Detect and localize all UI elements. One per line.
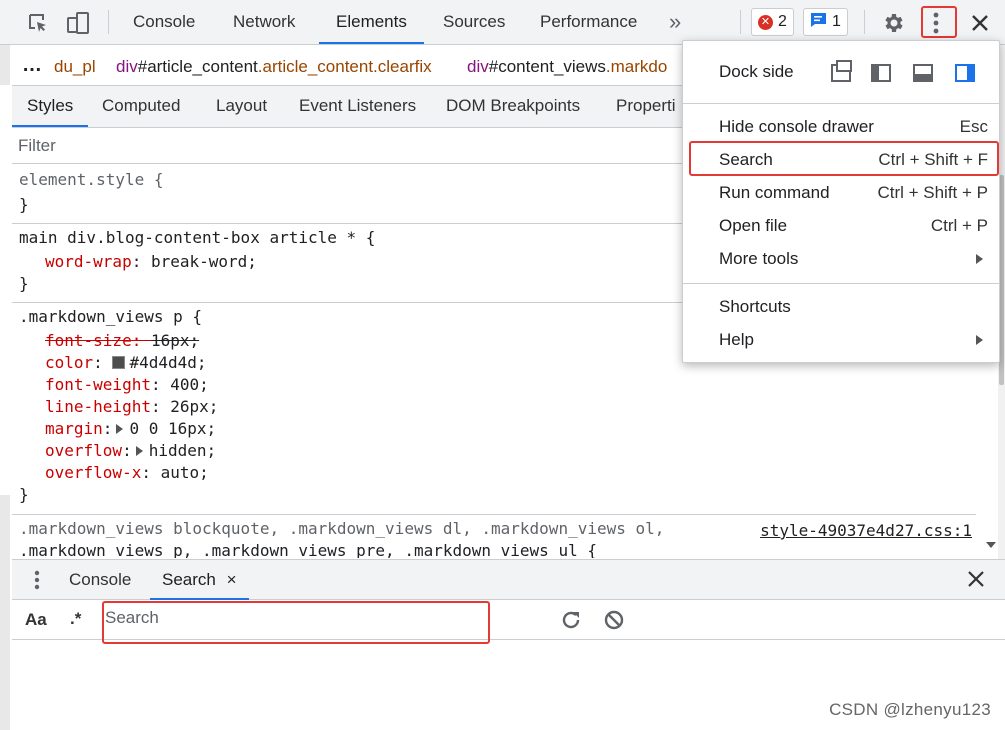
rule-close: }	[19, 485, 29, 504]
menu-item-shortcuts[interactable]: Shortcuts	[683, 291, 999, 323]
dock-right-icon[interactable]	[955, 64, 975, 82]
devtools-toolbar: Console Network Elements Sources Perform…	[0, 0, 1005, 45]
rule-close: }	[19, 274, 29, 293]
tab-dom-breakpoints[interactable]: DOM Breakpoints	[446, 86, 580, 127]
expand-triangle-icon[interactable]	[116, 424, 124, 434]
tab-elements[interactable]: Elements	[319, 0, 424, 44]
menu-item-run-command[interactable]: Run command Ctrl + Shift + P	[683, 177, 999, 209]
dock-bottom-icon[interactable]	[913, 64, 933, 82]
rule-selector[interactable]: .markdown_views p, .markdown_views pre, …	[19, 540, 597, 558]
drawer-tab-search-label: Search	[162, 570, 216, 589]
rule-property[interactable]: line-height: 26px;	[45, 396, 218, 418]
drawer-tab-search[interactable]: Search ×	[150, 560, 249, 600]
styles-filter-input[interactable]	[18, 133, 658, 159]
dock-left-icon[interactable]	[871, 64, 891, 82]
rule-property[interactable]: font-weight: 400;	[45, 374, 209, 396]
drawer-tabbar: Console Search ×	[12, 559, 1005, 600]
toolbar-divider	[108, 10, 109, 34]
rule-selector[interactable]: .markdown_views blockquote, .markdown_vi…	[19, 518, 664, 540]
breadcrumb-item[interactable]: div#content_views.markdo	[467, 57, 667, 77]
close-drawer-icon[interactable]	[967, 570, 985, 593]
inspect-element-icon[interactable]	[24, 9, 52, 37]
rule-property[interactable]: overflow: hidden;	[45, 440, 216, 462]
regex-toggle[interactable]: .*	[70, 609, 81, 629]
tab-sources[interactable]: Sources	[443, 0, 505, 44]
rule-property[interactable]: word-wrap: break-word;	[45, 251, 257, 273]
rule-property-overridden[interactable]: font-size: 16px;	[45, 330, 199, 352]
submenu-arrow-icon	[976, 335, 983, 345]
menu-item-hide-console-drawer[interactable]: Hide console drawer Esc	[683, 111, 999, 143]
rule-selector[interactable]: .markdown_views p {	[19, 306, 202, 328]
dock-undock-icon[interactable]	[831, 60, 852, 82]
rule-property[interactable]: color: #4d4d4d;	[45, 352, 207, 374]
left-gutter	[0, 45, 12, 730]
search-toolbar: Aa .*	[12, 600, 1005, 640]
submenu-arrow-icon	[976, 254, 983, 264]
customize-menu-kebab-icon[interactable]	[922, 9, 950, 37]
rule-close: }	[19, 195, 29, 214]
tab-performance[interactable]: Performance	[540, 0, 637, 44]
toolbar-divider	[864, 10, 865, 34]
breadcrumb-more[interactable]: …	[22, 54, 42, 77]
message-icon	[810, 12, 827, 33]
menu-item-help[interactable]: Help	[683, 324, 999, 356]
dock-side-label: Dock side	[719, 62, 794, 81]
tab-network[interactable]: Network	[233, 0, 295, 44]
customize-devtools-menu: Dock side Hide console drawer Esc Search C…	[682, 40, 1000, 363]
rule-selector[interactable]: element.style {	[19, 169, 164, 191]
tab-properties[interactable]: Properti	[616, 86, 676, 127]
match-case-toggle[interactable]: Aa	[25, 610, 47, 630]
settings-gear-icon[interactable]	[879, 9, 907, 37]
close-search-tab-icon[interactable]: ×	[227, 570, 237, 589]
menu-divider	[683, 283, 999, 284]
search-input[interactable]	[104, 603, 489, 633]
messages-badge[interactable]: 1	[803, 8, 848, 36]
tab-layout[interactable]: Layout	[216, 86, 267, 127]
tab-styles[interactable]: Styles	[12, 86, 89, 127]
breadcrumb: … du_pl div#article_content.article_cont…	[12, 48, 682, 86]
errors-count: 2	[778, 13, 787, 30]
tab-console[interactable]: Console	[133, 0, 195, 44]
more-tabs-icon[interactable]: »	[669, 0, 681, 44]
menu-divider	[683, 103, 999, 104]
menu-item-search[interactable]: Search Ctrl + Shift + F	[683, 144, 999, 176]
breadcrumb-item[interactable]: div#article_content.article_content.clea…	[116, 57, 432, 77]
menu-item-more-tools[interactable]: More tools	[683, 243, 999, 275]
rule-selector[interactable]: main div.blog-content-box article * {	[19, 227, 375, 249]
device-toolbar-icon[interactable]	[64, 9, 92, 37]
close-devtools-icon[interactable]	[966, 9, 994, 37]
drawer-tab-console[interactable]: Console	[69, 560, 131, 600]
toolbar-divider	[740, 10, 741, 34]
rule-property[interactable]: overflow-x: auto;	[45, 462, 209, 484]
tab-computed[interactable]: Computed	[102, 86, 180, 127]
expand-triangle-icon[interactable]	[135, 446, 143, 456]
drawer-menu-kebab-icon[interactable]	[34, 570, 40, 595]
style-rule-markdown-group: .markdown_views blockquote, .markdown_vi…	[12, 515, 976, 558]
clear-search-icon[interactable]	[603, 609, 625, 636]
scroll-down-icon[interactable]	[986, 542, 996, 548]
refresh-icon[interactable]	[560, 609, 582, 636]
sidebar-pane-tabs: Styles Computed Layout Event Listeners D…	[12, 86, 682, 128]
breadcrumb-item[interactable]: du_pl	[54, 57, 96, 77]
color-swatch-icon[interactable]	[112, 356, 126, 369]
menu-item-open-file[interactable]: Open file Ctrl + P	[683, 210, 999, 242]
error-icon: ✕	[758, 14, 773, 30]
messages-count: 1	[832, 13, 841, 30]
stylesheet-source-link[interactable]: style-49037e4d27.css:1	[760, 521, 972, 540]
watermark: CSDN @lzhenyu123	[829, 700, 991, 719]
errors-badge[interactable]: ✕ 2	[751, 8, 794, 36]
rule-property[interactable]: margin: 0 0 16px;	[45, 418, 216, 440]
tab-event-listeners[interactable]: Event Listeners	[299, 86, 416, 127]
